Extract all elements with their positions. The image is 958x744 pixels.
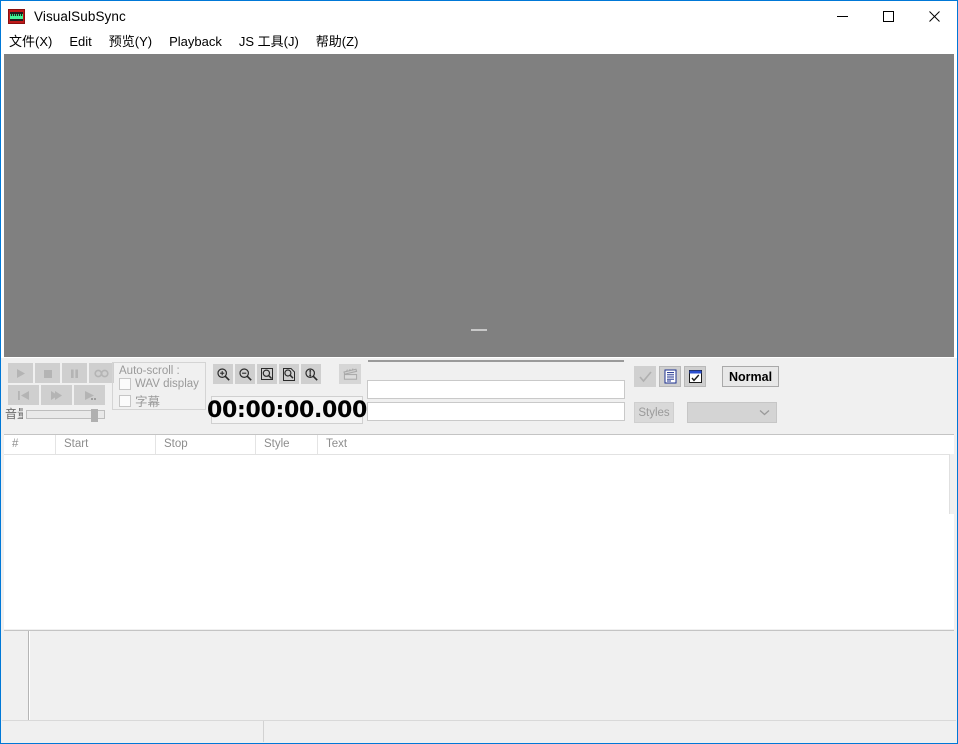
control-strip: 音量 Auto-scroll : WAV display 字幕 xyxy=(1,357,957,434)
subtitle-list-header: # Start Stop Style Text xyxy=(4,435,954,455)
timecode-display: 00:00:00.000 xyxy=(206,396,368,424)
previous-button[interactable] xyxy=(8,385,39,405)
normal-style-button[interactable]: Normal xyxy=(722,366,780,387)
styles-button[interactable]: Styles xyxy=(634,402,674,423)
column-header-start[interactable]: Start xyxy=(56,435,156,454)
menu-edit[interactable]: Edit xyxy=(69,31,91,52)
statusbar xyxy=(2,720,956,742)
autoscroll-subtitle-label: 字幕 xyxy=(135,395,161,409)
next-button[interactable] xyxy=(41,385,72,405)
volume-slider[interactable] xyxy=(26,409,105,422)
stop-button[interactable] xyxy=(35,363,60,383)
menu-js-tools[interactable]: JS 工具(J) xyxy=(239,31,299,52)
autoscroll-wav-display-label: WAV display xyxy=(135,378,199,390)
subtitle-list-body[interactable] xyxy=(4,455,954,629)
column-header-index[interactable]: # xyxy=(4,435,56,454)
menu-file[interactable]: 文件(X) xyxy=(9,31,52,52)
bottom-panel xyxy=(4,630,954,720)
document-lines-icon[interactable] xyxy=(659,366,681,387)
checklist-window-icon[interactable] xyxy=(684,366,706,387)
statusbar-cell-1 xyxy=(2,721,264,742)
play-button[interactable] xyxy=(8,363,33,383)
bottom-panel-gutter xyxy=(4,631,29,720)
column-header-text[interactable]: Text xyxy=(318,435,954,454)
translation-text-input[interactable] xyxy=(367,402,625,421)
volume-slider-thumb[interactable] xyxy=(91,409,98,422)
waveform-icon xyxy=(8,8,25,24)
styles-row: Styles xyxy=(634,402,777,423)
column-header-stop[interactable]: Stop xyxy=(156,435,256,454)
column-header-style[interactable]: Style xyxy=(256,435,318,454)
autoscroll-wav-display-checkbox[interactable] xyxy=(119,378,131,390)
volume-control[interactable]: 音量 xyxy=(5,407,105,422)
menu-preview[interactable]: 预览(Y) xyxy=(109,31,152,52)
subtitle-list-panel: # Start Stop Style Text xyxy=(4,434,954,629)
menubar: 文件(X) Edit 预览(Y) Playback JS 工具(J) 帮助(Z) xyxy=(1,31,957,52)
autoscroll-group: Auto-scroll : WAV display 字幕 xyxy=(112,362,206,410)
play-selection-button[interactable] xyxy=(74,385,105,405)
volume-label: 音量 xyxy=(5,407,23,421)
pause-button[interactable] xyxy=(62,363,87,383)
subtitle-text-panel xyxy=(367,360,625,424)
zoom-out-icon[interactable] xyxy=(235,364,255,384)
transport-controls xyxy=(8,363,116,405)
zoom-vertical-icon[interactable] xyxy=(301,364,321,384)
titlebar: VisualSubSync xyxy=(1,1,957,31)
checkmark-icon[interactable] xyxy=(634,366,656,387)
loop-button[interactable] xyxy=(89,363,114,383)
menu-playback[interactable]: Playback xyxy=(169,31,222,52)
clapperboard-icon[interactable] xyxy=(339,364,361,384)
window-title: VisualSubSync xyxy=(34,8,126,24)
minimize-icon[interactable] xyxy=(819,1,865,31)
right-toolbar: Normal xyxy=(634,366,780,387)
video-panel-wrap xyxy=(1,52,957,357)
video-display[interactable] xyxy=(4,54,954,357)
autoscroll-wav-display-row[interactable]: WAV display xyxy=(113,378,205,390)
video-placeholder-line xyxy=(471,329,487,331)
window-controls xyxy=(819,1,957,31)
zoom-page-icon[interactable] xyxy=(279,364,299,384)
chevron-down-icon xyxy=(759,410,770,416)
zoom-selection-icon[interactable] xyxy=(257,364,277,384)
statusbar-cell-2 xyxy=(264,721,956,742)
autoscroll-subtitle-checkbox[interactable] xyxy=(119,394,131,407)
menu-help[interactable]: 帮助(Z) xyxy=(316,31,359,52)
autoscroll-subtitle-row[interactable]: 字幕 xyxy=(113,391,205,410)
text-panel-divider xyxy=(368,360,624,362)
maximize-icon[interactable] xyxy=(865,1,911,31)
visualsubsync-window: VisualSubSync 文件(X) Edit 预览(Y) Playback … xyxy=(0,0,958,744)
subtitle-list-scrollbar[interactable] xyxy=(949,454,954,514)
bottom-panel-content[interactable] xyxy=(29,631,954,720)
styles-dropdown[interactable] xyxy=(687,402,777,423)
subtitle-text-input[interactable] xyxy=(367,380,625,399)
autoscroll-title: Auto-scroll : xyxy=(119,365,180,377)
zoom-toolbar xyxy=(213,364,323,384)
close-icon[interactable] xyxy=(911,1,957,31)
zoom-in-icon[interactable] xyxy=(213,364,233,384)
